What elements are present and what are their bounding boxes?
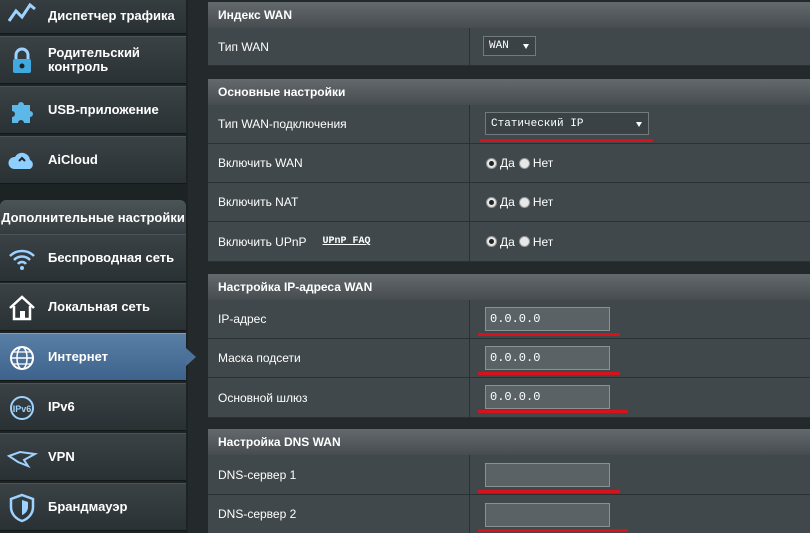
row-enable-wan: Включить WAN Да Нет — [208, 144, 810, 183]
row-subnet-mask: Маска подсети 0.0.0.0 — [208, 339, 810, 378]
sidebar-item-label: Брандмауэр — [48, 499, 128, 514]
sidebar-item-label: Диспетчер трафика — [48, 8, 175, 23]
sidebar-item-wireless[interactable]: Беспроводная сеть — [0, 234, 186, 282]
row-enable-upnp: Включить UPnP UPnP FAQ Да Нет — [208, 222, 810, 262]
sidebar-item-label: Родительский контроль — [48, 45, 140, 74]
sidebar-item-label: IPv6 — [48, 399, 75, 414]
ipv6-icon: IPv6 — [10, 396, 34, 420]
sidebar-item-usb-app[interactable]: USB-приложение — [0, 86, 186, 134]
sidebar-item-label: VPN — [48, 449, 75, 464]
sidebar-item-lan[interactable]: Локальная сеть — [0, 283, 186, 331]
sidebar-item-traffic-manager[interactable]: Диспетчер трафика — [0, 0, 186, 34]
sidebar-item-internet[interactable]: Интернет — [0, 333, 186, 381]
default-gateway-label: Основной шлюз — [218, 390, 308, 405]
section-header-dns: Настройка DNS WAN — [208, 429, 810, 455]
wan-type-label: Тип WAN — [218, 39, 269, 54]
sidebar-item-label: Беспроводная сеть — [48, 250, 175, 265]
row-wan-type: Тип WAN WAN — [208, 28, 810, 66]
sidebar: Диспетчер трафика Родительский контроль … — [0, 0, 188, 533]
enable-upnp-yes-radio[interactable] — [486, 236, 497, 247]
connection-type-label: Тип WAN-подключения — [218, 117, 347, 131]
chevron-down-icon — [636, 121, 642, 127]
chevron-down-icon — [523, 44, 529, 49]
enable-nat-no-radio[interactable] — [518, 196, 530, 208]
section-header-wan-ip: Настройка IP-адреса WAN — [208, 274, 810, 300]
cloud-icon — [8, 152, 33, 169]
enable-wan-yes-radio[interactable] — [486, 157, 497, 169]
section-header-basic: Основные настройки — [208, 79, 810, 105]
radio-label-no: Нет — [532, 195, 554, 209]
row-default-gateway: Основной шлюз 0.0.0.0 — [208, 378, 810, 418]
radio-label-yes: Да — [500, 156, 515, 170]
dns2-label: DNS-сервер 2 — [218, 507, 297, 521]
row-ip-address: IP-адрес 0.0.0.0 — [208, 300, 810, 339]
enable-upnp-radio-group: Да Нет — [486, 222, 557, 261]
enable-nat-label: Включить NAT — [218, 195, 299, 209]
connection-type-select[interactable]: Статический IP — [485, 112, 649, 135]
highlight-underline — [478, 410, 628, 413]
enable-wan-radio-group: Да Нет — [486, 144, 557, 182]
enable-wan-label: Включить WAN — [218, 156, 303, 170]
row-enable-nat: Включить NAT Да Нет — [208, 183, 810, 222]
ip-address-input[interactable]: 0.0.0.0 — [485, 307, 610, 331]
enable-nat-radio-group: Да Нет — [486, 183, 557, 221]
lock-icon — [13, 47, 31, 73]
wan-type-select[interactable]: WAN — [483, 36, 536, 56]
sidebar-item-label: USB-приложение — [48, 102, 159, 117]
traffic-manager-icon — [7, 2, 36, 22]
row-dns1: DNS-сервер 1 — [208, 455, 810, 495]
connection-type-value: Статический IP — [491, 117, 584, 130]
puzzle-icon — [12, 102, 33, 123]
row-connection-type: Тип WAN-подключения Статический IP — [208, 105, 810, 144]
enable-upnp-label: Включить UPnP — [218, 234, 307, 249]
radio-label-no: Нет — [532, 234, 554, 249]
highlight-underline — [478, 333, 620, 336]
enable-wan-no-radio[interactable] — [518, 157, 530, 169]
highlight-underline — [480, 139, 653, 142]
highlight-underline — [478, 529, 628, 532]
dns2-input[interactable] — [485, 503, 610, 527]
highlight-underline — [478, 490, 620, 493]
highlight-underline — [478, 372, 620, 375]
sidebar-item-vpn[interactable]: VPN — [0, 433, 186, 481]
default-gateway-input[interactable]: 0.0.0.0 — [485, 385, 610, 409]
subnet-mask-label: Маска подсети — [218, 351, 301, 365]
radio-label-no: Нет — [532, 156, 554, 170]
radio-label-yes: Да — [500, 195, 515, 209]
radio-label-yes: Да — [500, 234, 515, 249]
enable-upnp-label-wrap: Включить UPnP UPnP FAQ — [218, 222, 371, 261]
advanced-settings-header: Дополнительные настройки — [0, 200, 186, 234]
upnp-faq-link[interactable]: UPnP FAQ — [323, 236, 371, 247]
sidebar-item-aicloud[interactable]: AiCloud — [0, 136, 186, 184]
sidebar-item-firewall[interactable]: Брандмауэр — [0, 483, 186, 531]
section-header-wan-index: Индекс WAN — [208, 2, 810, 28]
sidebar-item-label: AiCloud — [48, 152, 98, 167]
dns1-label: DNS-сервер 1 — [218, 467, 297, 482]
sidebar-item-label: Локальная сеть — [48, 299, 150, 314]
row-dns2: DNS-сервер 2 — [208, 495, 810, 533]
main-content: Индекс WAN Тип WAN WAN Основные настройк… — [203, 0, 810, 533]
wifi-icon — [9, 249, 35, 270]
dns1-input[interactable] — [485, 463, 610, 487]
vpn-icon — [6, 450, 38, 469]
sidebar-item-label: Интернет — [48, 349, 109, 364]
sidebar-item-parental-control[interactable]: Родительский контроль — [0, 36, 186, 84]
wan-type-value: WAN — [489, 40, 509, 52]
shield-icon — [9, 493, 35, 523]
sidebar-item-ipv6[interactable]: IPv6 IPv6 — [0, 383, 186, 431]
ip-address-label: IP-адрес — [218, 312, 267, 326]
home-icon — [9, 295, 35, 321]
active-indicator-arrow — [186, 348, 196, 366]
subnet-mask-input[interactable]: 0.0.0.0 — [485, 346, 610, 370]
globe-icon — [10, 346, 34, 370]
enable-nat-yes-radio[interactable] — [486, 196, 497, 208]
svg-text:IPv6: IPv6 — [13, 404, 32, 414]
enable-upnp-no-radio[interactable] — [518, 236, 530, 247]
